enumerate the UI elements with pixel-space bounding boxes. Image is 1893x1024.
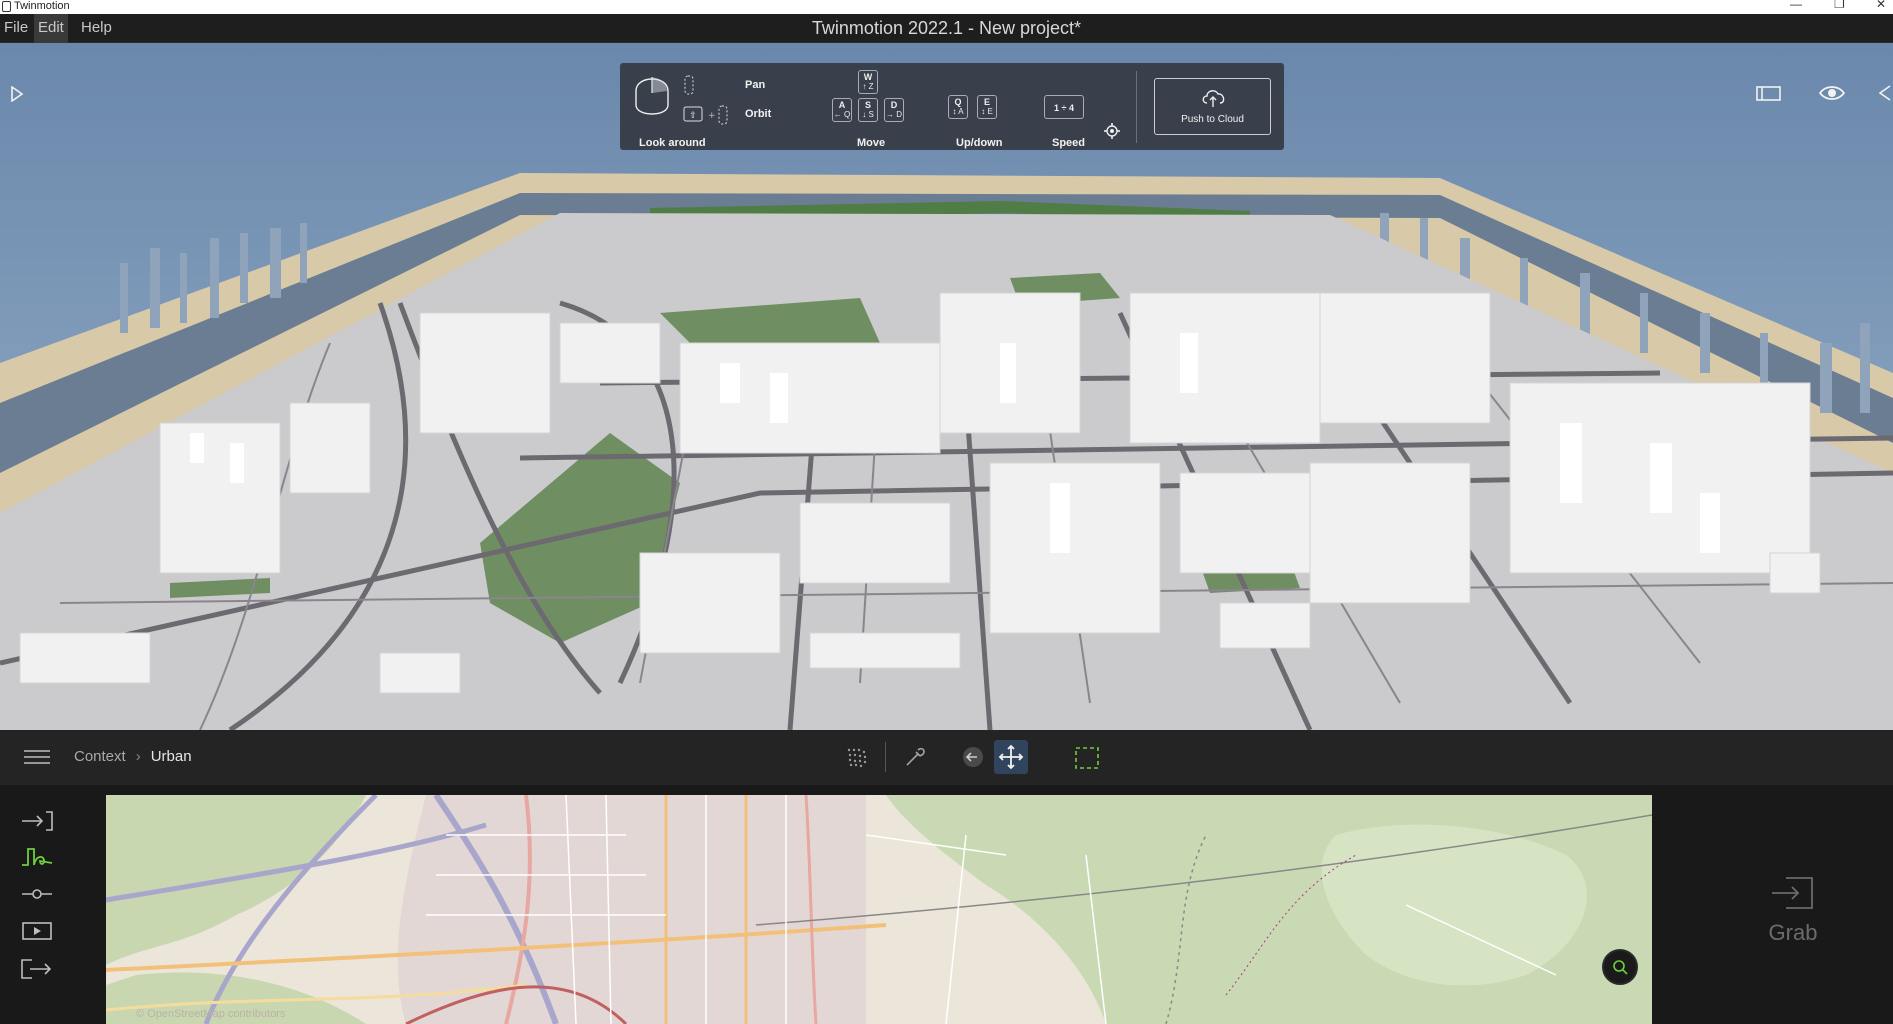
speed-label: Speed [1052,137,1086,149]
move-gizmo-icon[interactable] [994,740,1028,774]
hamburger-menu-icon[interactable] [24,749,50,765]
speed-keys: 1 ÷ 4 [1044,95,1084,119]
os-app-name: Twinmotion [14,0,70,12]
navigation-help-panel: Look around Pan ⇧ + Orbit W ↑ Z A ← Q S ↓ S… [620,63,1284,150]
look-around-label: Look around [639,137,706,149]
grab-import-icon [1772,877,1813,909]
media-tool-icon[interactable] [20,917,54,945]
pan-mouse-icon [684,75,694,95]
shift-key-icon: ⇧ + [683,105,728,125]
terrain-tool-icon[interactable] [20,843,54,871]
cloud-upload-icon [1202,90,1225,107]
svg-text:⇧: ⇧ [689,111,697,121]
settings-gear-icon[interactable] [1104,123,1120,139]
twinmotion-window: Twinmotion — ❐ ✕ Twinmotion 2022.1 - New… [0,0,1893,1024]
pan-label: Pan [745,79,766,91]
menu-file[interactable]: File [0,14,32,43]
toolbar-divider [885,742,886,772]
back-arrow-icon[interactable] [956,740,990,774]
key-a: A ← Q [832,98,852,122]
collapse-right-panel-icon[interactable] [1878,85,1892,101]
menubar: Twinmotion 2022.1 - New project* File Ed… [0,14,1893,43]
key-q: Q ↕ A [948,95,968,119]
magnifier-icon [1613,960,1628,975]
key-d: D → D [884,98,904,122]
path-tool-icon[interactable] [20,880,54,908]
layout-toggle-icon[interactable] [1756,85,1782,103]
close-window-button[interactable]: ✕ [1876,0,1886,10]
window-title: Twinmotion 2022.1 - New project* [811,18,1082,38]
move-label: Move [857,137,886,149]
breadcrumb-context[interactable]: Context [74,748,126,765]
import-icon[interactable] [20,807,54,835]
key-w: W ↑ Z [858,70,878,94]
eyedropper-icon[interactable] [898,740,932,774]
breadcrumb-urban[interactable]: Urban [151,748,192,765]
grab-label: Grab [1768,920,1818,945]
expand-left-panel-icon[interactable] [10,86,24,102]
os-title-strip: Twinmotion — ❐ ✕ [0,0,1893,14]
key-e: E ↕ E [977,95,997,119]
grab-button[interactable]: Grab [1760,875,1826,975]
breadcrumb: Context › Urban [74,730,192,783]
export-icon[interactable] [20,955,54,983]
3d-viewport[interactable]: Look around Pan ⇧ + Orbit W ↑ Z A ← Q S ↓ S… [0,43,1893,730]
key-s: S ↓ S [858,98,878,122]
updown-label: Up/down [956,137,1003,149]
menu-help[interactable]: Help [77,14,116,43]
visibility-eye-icon[interactable] [1818,83,1846,103]
menu-edit[interactable]: Edit [34,14,68,43]
scatter-tool-icon[interactable] [840,740,874,774]
app-logo-icon [2,1,11,12]
map-attribution: © OpenStreetMap contributors [136,1008,286,1020]
maximize-button[interactable]: ❐ [1834,0,1845,10]
context-panel: © OpenStreetMap contributors Grab [0,785,1893,1024]
breadcrumb-chevron-icon: › [135,748,141,765]
bottom-toolbar: Context › Urban [0,730,1893,785]
location-map[interactable]: © OpenStreetMap contributors [106,795,1652,1024]
panel-divider [1136,71,1137,143]
map-tiles [106,795,1652,1024]
push-to-cloud-label: Push to Cloud [1181,114,1244,125]
push-to-cloud-button[interactable]: Push to Cloud [1154,78,1271,135]
map-search-button[interactable] [1602,949,1638,985]
mouse-icon [635,77,669,115]
svg-text:+: + [708,111,716,121]
minimize-button[interactable]: — [1790,0,1802,10]
selection-box-icon[interactable] [1070,740,1104,774]
orbit-label: Orbit [745,108,772,120]
